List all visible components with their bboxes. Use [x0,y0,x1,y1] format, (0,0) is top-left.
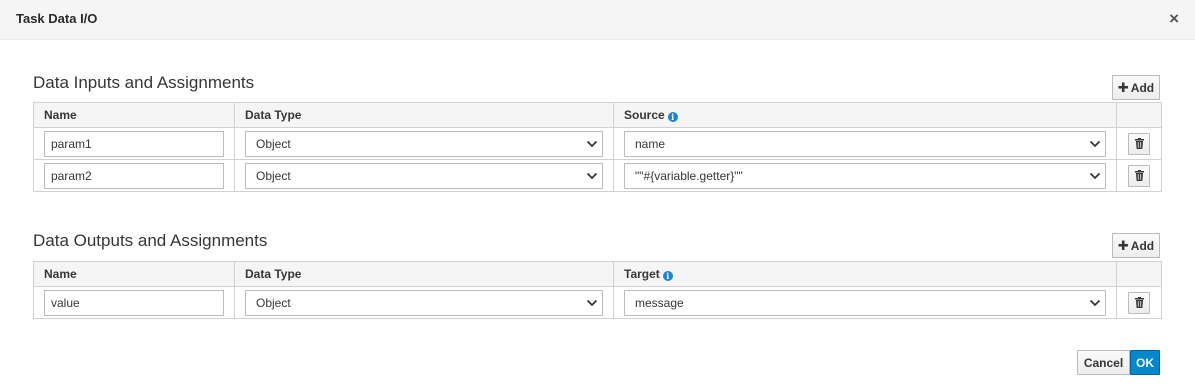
chevron-down-icon [586,172,598,179]
dialog-title: Task Data I/O [16,11,98,26]
data-type-value: Object [256,136,291,151]
delete-row-button[interactable] [1128,164,1150,187]
output-name-field[interactable] [44,289,224,316]
trash-icon [1134,297,1144,308]
delete-row-button[interactable] [1128,132,1150,155]
source-value: ""#{variable.getter}"" [635,168,743,183]
data-type-select[interactable]: Object [245,162,603,189]
data-type-value: Object [256,168,291,183]
info-icon[interactable]: i [662,271,673,281]
trash-icon [1134,170,1144,181]
source-value: name [635,136,666,151]
data-type-value: Object [256,295,291,310]
table-row: Object message [33,286,1162,319]
data-type-select[interactable]: Object [245,289,603,316]
column-header-name: Name [33,102,235,128]
column-header-actions [1116,261,1162,287]
source-select[interactable]: ""#{variable.getter}"" [624,162,1106,189]
close-icon[interactable]: × [1169,9,1179,29]
table-row: Object name [33,127,1162,160]
ok-button[interactable]: OK [1130,350,1160,375]
add-output-button[interactable]: ✚ Add [1112,233,1160,258]
delete-row-button[interactable] [1128,291,1150,314]
outputs-header-row: Name Data Type Target i [33,261,1162,287]
input-name-field[interactable] [44,162,224,189]
add-input-button[interactable]: ✚ Add [1112,75,1160,100]
inputs-section-title: Data Inputs and Assignments [33,73,255,92]
column-header-target-label: Target [624,267,660,281]
inputs-header-row: Name Data Type Source i [33,102,1162,128]
source-select[interactable]: name [624,130,1106,157]
chevron-down-icon [586,140,598,147]
dialog-header: Task Data I/O × [0,0,1195,40]
column-header-target: Target i [613,261,1117,287]
inputs-table: Name Data Type Sourcei Object name Objec… [33,102,1162,192]
outputs-table: Name Data Type Targeti Object message [33,261,1162,319]
trash-icon [1134,138,1144,149]
target-value: message [635,295,684,310]
chevron-down-icon [586,299,598,306]
column-header-source: Source i [613,102,1117,128]
chevron-down-icon [1089,172,1101,179]
data-type-select[interactable]: Object [245,130,603,157]
input-name-field[interactable] [44,130,224,157]
column-header-data-type: Data Type [234,261,614,287]
plus-icon: ✚ [1117,237,1129,253]
add-input-label: Add [1130,80,1155,95]
chevron-down-icon [1089,140,1101,147]
cancel-button[interactable]: Cancel [1077,350,1130,375]
info-icon[interactable]: i [667,112,678,122]
outputs-section-title: Data Outputs and Assignments [33,231,268,250]
add-output-label: Add [1130,238,1155,253]
column-header-actions [1116,102,1162,128]
table-row: Object ""#{variable.getter}"" [33,159,1162,192]
column-header-name: Name [33,261,235,287]
column-header-source-label: Source [624,108,665,122]
target-select[interactable]: message [624,289,1106,316]
chevron-down-icon [1089,299,1101,306]
column-header-data-type: Data Type [234,102,614,128]
plus-icon: ✚ [1117,79,1129,95]
